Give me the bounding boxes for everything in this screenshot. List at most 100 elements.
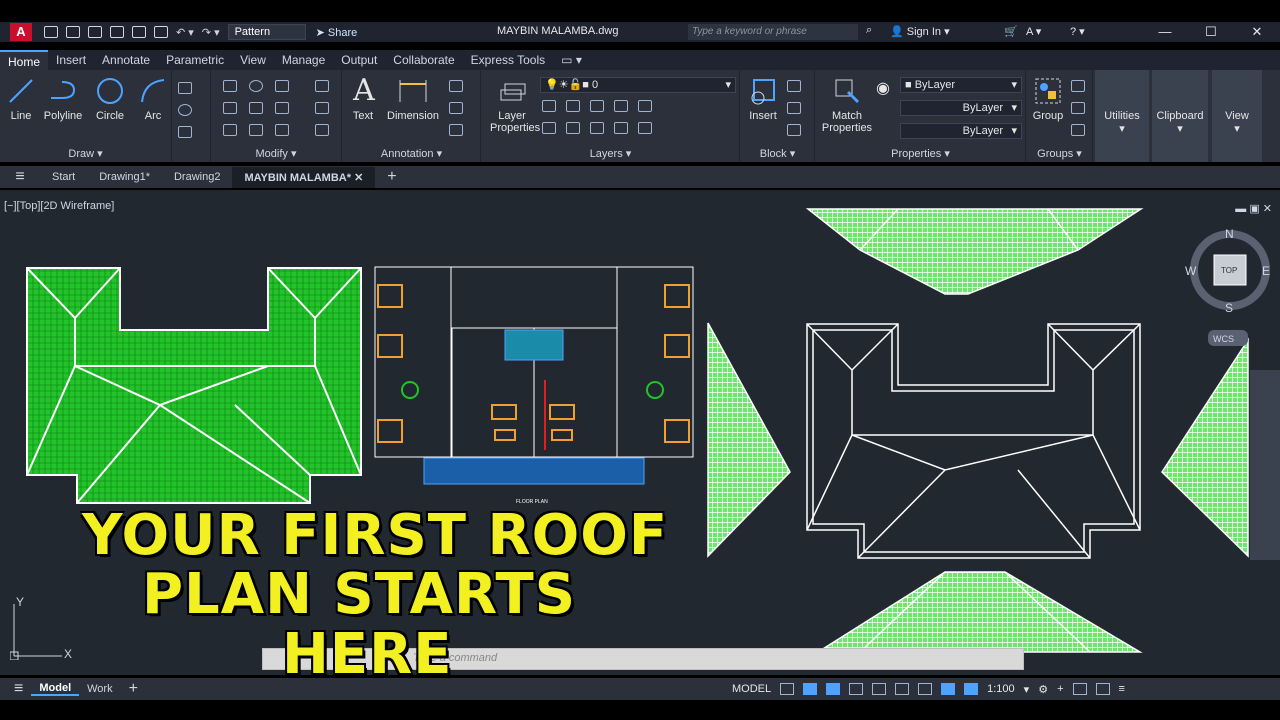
mirror-icon[interactable] [249,102,263,114]
layer-tool-icon[interactable] [590,100,604,112]
modify-panel-title[interactable]: Modify ▾ [211,147,341,160]
sign-in-button[interactable]: 👤 Sign In ▾ [890,25,950,38]
model-tab[interactable]: Model [31,682,80,696]
open-icon[interactable] [66,26,80,38]
model-space-label[interactable]: MODEL [732,683,771,695]
layers-panel-title[interactable]: Layers ▾ [482,147,739,160]
drawing-canvas[interactable]: [−][Top][2D Wireframe] ▬ ▣ ✕ FLOOR PLAN … [0,190,1280,675]
draw-panel-title[interactable]: Draw ▾ [0,147,171,160]
viewcube[interactable]: TOP N S E W WCS [1185,227,1270,346]
text-tool[interactable]: A Text [349,76,377,123]
utilities-panel[interactable]: Utilities ▾ [1095,70,1149,162]
leader-icon[interactable] [449,102,463,114]
lineweight-dropdown[interactable]: ByLayer ▾ [900,123,1022,139]
share-button[interactable]: ➤ Share [316,26,358,39]
circle-tool[interactable]: Circle [92,76,128,122]
tab-manage[interactable]: Manage [274,50,333,70]
isolate-objects-icon[interactable] [1072,683,1087,695]
rotate-icon[interactable] [249,80,263,92]
layer-tool-icon[interactable] [542,122,556,134]
navigation-bar[interactable] [1250,370,1280,560]
roof-plan-hatched[interactable] [26,267,362,504]
edit-block-icon[interactable] [787,102,801,114]
ungroup-icon[interactable] [1071,80,1085,92]
layer-tool-icon[interactable] [638,100,652,112]
trim-icon[interactable] [275,80,289,92]
offset-icon[interactable] [315,124,329,136]
annotation-visibility-icon[interactable] [941,683,956,695]
fillet-icon[interactable] [275,102,289,114]
stretch-icon[interactable] [223,124,237,136]
clean-screen-icon[interactable] [1095,683,1110,695]
tab-view[interactable]: View [232,50,274,70]
close-tab-icon[interactable]: ✕ [354,172,363,184]
group-tool[interactable]: Group [1031,76,1065,122]
tab-output[interactable]: Output [333,50,385,70]
workspace-select[interactable]: Pattern [227,24,306,40]
group-edit-icon[interactable] [1071,102,1085,114]
tab-parametric[interactable]: Parametric [158,50,232,70]
layout-menu-icon[interactable]: ≡ [0,680,31,698]
linear-dim-icon[interactable] [449,80,463,92]
boundary-icon[interactable] [178,126,192,138]
tab-annotate[interactable]: Annotate [94,50,158,70]
properties-panel-title[interactable]: Properties ▾ [816,147,1025,160]
object-snap-tracking-icon[interactable] [895,683,910,695]
tab-drawing2[interactable]: Drawing2 [162,167,232,187]
erase-icon[interactable] [315,80,329,92]
plot-icon[interactable] [154,26,168,38]
undo-icon[interactable]: ↶ ▾ [176,26,194,39]
attribute-icon[interactable] [787,124,801,136]
tab-express-tools[interactable]: Express Tools [463,50,553,70]
save-icon[interactable] [88,26,102,38]
search-icon[interactable]: ⌕ [866,24,872,37]
work-layout-tab[interactable]: Work [79,683,120,695]
ribbon-toggle-icon[interactable]: ▭ ▾ [553,50,590,70]
tab-drawing1[interactable]: Drawing1* [87,167,162,187]
view-panel[interactable]: View ▾ [1212,70,1262,162]
match-properties-tool[interactable]: Match Properties [820,76,874,134]
layer-tool-icon[interactable] [614,100,628,112]
close-icon[interactable]: ✕ [1234,22,1280,42]
tab-maybin-malamba[interactable]: MAYBIN MALAMBA* ✕ [232,166,376,188]
help-icon[interactable]: ? ▾ [1070,25,1085,38]
annotation-panel-title[interactable]: Annotation ▾ [343,147,480,160]
dimension-tool[interactable]: Dimension [385,76,441,122]
color-dropdown[interactable]: ■ ByLayer ▾ [900,77,1022,93]
rectangle-icon[interactable] [178,82,192,94]
create-block-icon[interactable] [787,80,801,92]
block-panel-title[interactable]: Block ▾ [741,147,814,160]
plus-icon[interactable]: + [1057,683,1063,695]
layer-properties-tool[interactable]: Layer Properties [490,76,540,134]
arc-tool[interactable]: Arc [136,76,170,122]
add-layout-icon[interactable]: + [121,680,146,698]
scale-icon[interactable] [249,124,263,136]
chevron-down-icon[interactable]: ▾ [1024,683,1030,696]
web-mobile-icon[interactable] [132,26,146,38]
annotation-scale-dropdown[interactable]: 1:100 [987,683,1015,695]
new-icon[interactable] [44,26,58,38]
app-menu-button[interactable]: A [10,23,32,41]
hamburger-icon[interactable]: ≡ [0,168,40,186]
search-input[interactable]: Type a keyword or phrase [688,24,858,40]
minimize-icon[interactable]: — [1142,22,1188,42]
tab-collaborate[interactable]: Collaborate [385,50,462,70]
insert-tool[interactable]: Insert [745,76,781,122]
linetype-dropdown[interactable]: ByLayer ▾ [900,100,1022,116]
array-icon[interactable] [275,124,289,136]
move-icon[interactable] [223,80,237,92]
roof-plan-outline[interactable] [806,323,1141,559]
redo-icon[interactable]: ↷ ▾ [202,26,220,39]
tab-insert[interactable]: Insert [48,50,94,70]
gear-icon[interactable]: ⚙ [1038,683,1048,696]
snap-icon[interactable] [803,683,818,695]
clipboard-panel[interactable]: Clipboard ▾ [1152,70,1208,162]
table-icon[interactable] [449,124,463,136]
maximize-icon[interactable]: ☐ [1188,22,1234,42]
floor-plan[interactable]: FLOOR PLAN [374,266,694,505]
line-tool[interactable]: Line [6,76,36,122]
object-snap-icon[interactable] [918,683,933,695]
customization-menu-icon[interactable]: ≡ [1119,683,1125,695]
layer-tool-icon[interactable] [590,122,604,134]
new-tab-icon[interactable]: + [375,164,408,190]
